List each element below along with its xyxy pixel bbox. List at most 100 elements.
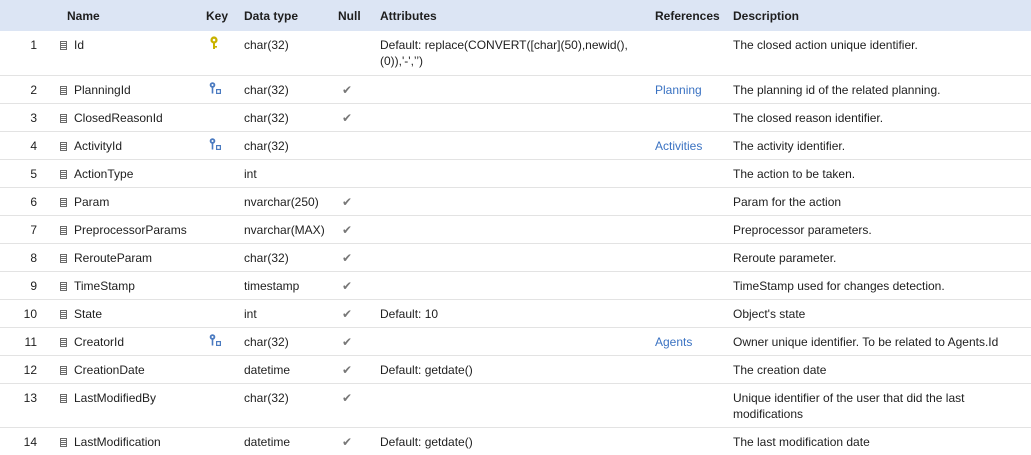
data-type: nvarchar(250) [244, 194, 319, 209]
attributes [380, 75, 655, 103]
key-cell [206, 159, 244, 187]
column-icon [60, 41, 67, 50]
null-cell: ✔ [338, 299, 380, 327]
column-name-cell: ActionType [58, 159, 206, 187]
null-cell: ✔ [338, 355, 380, 383]
column-name-cell: LastModifiedBy [58, 383, 206, 427]
description: The planning id of the related planning. [733, 82, 941, 97]
attributes [380, 187, 655, 215]
null-check-icon: ✔ [342, 250, 353, 265]
null-check-icon: ✔ [342, 306, 353, 321]
table-row[interactable]: 9 TimeStamp timestamp ✔ TimeStamp used f… [0, 271, 1031, 299]
row-number: 8 [30, 250, 37, 265]
column-name-cell: PreprocessorParams [58, 215, 206, 243]
columns-table: Name Key Data type Null Attributes Refer… [0, 0, 1031, 455]
column-name-cell: PlanningId [58, 75, 206, 103]
column-name-cell: CreationDate [58, 355, 206, 383]
description: Unique identifier of the user that did t… [733, 390, 965, 421]
reference-link[interactable]: Activities [655, 139, 702, 153]
data-type: char(32) [244, 250, 289, 265]
data-type: datetime [244, 362, 291, 377]
references-cell [655, 103, 733, 131]
table-row[interactable]: 11 CreatorId char(32) ✔ Agents Owner uni… [0, 327, 1031, 355]
header-name[interactable]: Name [58, 0, 206, 31]
table-row[interactable]: 3 ClosedReasonId char(32) ✔ The closed r… [0, 103, 1031, 131]
key-cell [206, 243, 244, 271]
null-cell: ✔ [338, 103, 380, 131]
header-number [0, 0, 58, 31]
column-name: State [74, 306, 103, 321]
column-name: Id [74, 38, 85, 52]
key-cell [206, 215, 244, 243]
null-check-icon: ✔ [342, 222, 353, 237]
column-name: ActivityId [74, 138, 123, 153]
attributes [380, 327, 655, 355]
key-cell [206, 355, 244, 383]
column-name-cell: Param [58, 187, 206, 215]
row-number: 6 [30, 194, 37, 209]
foreign-key-icon [209, 137, 221, 150]
table-row[interactable]: 8 RerouteParam char(32) ✔ Reroute parame… [0, 243, 1031, 271]
references-cell [655, 31, 733, 75]
description: TimeStamp used for changes detection. [733, 278, 945, 293]
column-name: RerouteParam [74, 250, 153, 265]
table-row[interactable]: 14 LastModification datetime ✔ Default: … [0, 427, 1031, 455]
row-number: 14 [23, 434, 37, 449]
null-cell: ✔ [338, 271, 380, 299]
data-type: char(32) [244, 38, 289, 52]
attributes [380, 103, 655, 131]
header-key[interactable]: Key [206, 0, 244, 31]
null-check-icon: ✔ [342, 194, 353, 209]
column-icon [60, 225, 67, 235]
column-name: ClosedReasonId [74, 110, 163, 125]
header-data-type[interactable]: Data type [244, 0, 338, 31]
data-type: char(32) [244, 390, 289, 405]
data-type: int [244, 166, 257, 181]
column-name-cell: Id [58, 31, 206, 75]
table-row[interactable]: 5 ActionType int The action to be taken. [0, 159, 1031, 187]
table-row[interactable]: 2 PlanningId char(32) ✔ Planning The pla… [0, 75, 1031, 103]
table-row[interactable]: 6 Param nvarchar(250) ✔ Param for the ac… [0, 187, 1031, 215]
table-row[interactable]: 13 LastModifiedBy char(32) ✔ Unique iden… [0, 383, 1031, 427]
key-cell [206, 187, 244, 215]
column-name-cell: LastModification [58, 427, 206, 455]
header-references[interactable]: References [655, 0, 733, 31]
null-cell: ✔ [338, 383, 380, 427]
attributes [380, 131, 655, 159]
row-number: 9 [30, 278, 37, 293]
table-row[interactable]: 1 Id char(32) Default: replace(CONVERT([… [0, 31, 1031, 75]
header-description[interactable]: Description [733, 0, 1031, 31]
reference-link[interactable]: Agents [655, 335, 692, 349]
table-row[interactable]: 4 ActivityId char(32) Activities The act… [0, 131, 1031, 159]
row-number: 12 [23, 362, 37, 377]
key-cell [206, 327, 244, 355]
column-name-cell: ClosedReasonId [58, 103, 206, 131]
description: The activity identifier. [733, 138, 846, 153]
reference-link[interactable]: Planning [655, 83, 702, 97]
null-cell [338, 31, 380, 75]
row-number: 1 [30, 38, 37, 52]
header-attributes[interactable]: Attributes [380, 0, 655, 31]
row-number: 7 [30, 222, 37, 237]
key-cell [206, 131, 244, 159]
null-check-icon: ✔ [342, 334, 353, 349]
column-name-cell: ActivityId [58, 131, 206, 159]
table-row[interactable]: 12 CreationDate datetime ✔ Default: getd… [0, 355, 1031, 383]
description: The action to be taken. [733, 166, 856, 181]
table-row[interactable]: 10 State int ✔ Default: 10 Object's stat… [0, 299, 1031, 327]
column-name-cell: RerouteParam [58, 243, 206, 271]
description: Reroute parameter. [733, 250, 837, 265]
column-icon [60, 113, 67, 123]
row-number: 11 [24, 334, 37, 349]
row-number: 2 [30, 82, 37, 97]
column-icon [60, 169, 67, 179]
column-name-cell: State [58, 299, 206, 327]
column-icon [60, 85, 67, 95]
row-number: 3 [30, 110, 37, 125]
table-row[interactable]: 7 PreprocessorParams nvarchar(MAX) ✔ Pre… [0, 215, 1031, 243]
description: The closed reason identifier. [733, 110, 884, 125]
column-name: TimeStamp [74, 278, 135, 293]
column-name: CreationDate [74, 362, 145, 377]
data-type: timestamp [244, 278, 300, 293]
header-null[interactable]: Null [338, 0, 380, 31]
